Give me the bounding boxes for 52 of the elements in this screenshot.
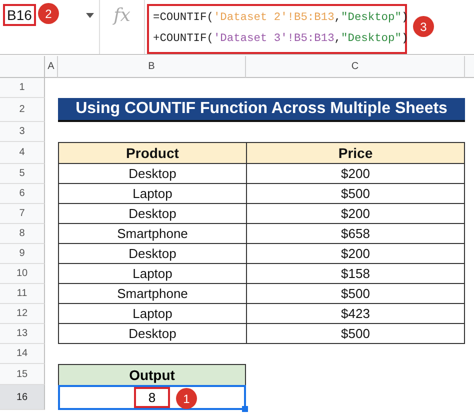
table-cell: Laptop [58,184,246,204]
step-badge: 1 [176,388,197,409]
step-badge: 2 [38,3,59,24]
row-header[interactable]: 16 [0,385,45,410]
column-heading: Price [246,142,465,164]
row-header[interactable]: 8 [0,224,45,244]
row-header[interactable]: 13 [0,324,45,344]
table-cell: Smartphone [58,284,246,304]
table-cell: Desktop [58,324,246,344]
table-cell: $500 [246,324,465,344]
table-cell: $500 [246,184,465,204]
row-header[interactable]: 1 [0,78,45,98]
row-header[interactable]: 11 [0,284,45,304]
table-cell: $200 [246,244,465,264]
select-all-corner[interactable] [0,56,45,78]
output-value: 8 [134,387,170,408]
output-heading: Output [58,364,246,385]
table-cell: $500 [246,284,465,304]
table-cell: Laptop [58,304,246,324]
column-header[interactable]: A [45,56,58,78]
row-header[interactable]: 14 [0,344,45,364]
fx-label: fx [114,5,130,28]
table-cell: Desktop [58,244,246,264]
row-header[interactable]: 6 [0,184,45,204]
row-header[interactable]: 15 [0,364,45,385]
table-cell: $200 [246,164,465,184]
row-header[interactable]: 3 [0,122,45,142]
row-header[interactable]: 5 [0,164,45,184]
row-header[interactable]: 10 [0,264,45,284]
column-heading: Product [58,142,246,164]
row-header[interactable]: 4 [0,142,45,164]
output-cell[interactable]: 8 1 [58,385,246,410]
row-header[interactable]: 12 [0,304,45,324]
name-box[interactable]: B16 [3,4,36,26]
table-cell: $158 [246,264,465,284]
column-header[interactable]: B [58,56,246,78]
table-cell: $200 [246,204,465,224]
fill-handle[interactable] [242,406,248,412]
step-badge: 3 [413,16,434,37]
formula-field[interactable]: =COUNTIF('Dataset 2'!B5:B13,"Desktop") +COUNTIF('Dataset 3'!B5:B13,"Desktop") [147,4,407,54]
table-cell: $658 [246,224,465,244]
table-cell: Laptop [58,264,246,284]
table-cell: Smartphone [58,224,246,244]
dropdown-caret-icon[interactable] [86,13,94,18]
table-cell: Desktop [58,204,246,224]
row-header[interactable]: 9 [0,244,45,264]
column-header[interactable]: C [246,56,465,78]
row-header[interactable]: 7 [0,204,45,224]
table-cell: Desktop [58,164,246,184]
title-banner: Using COUNTIF Function Across Multiple Sheets [58,98,465,122]
row-header[interactable]: 2 [0,98,45,122]
table-cell: $423 [246,304,465,324]
